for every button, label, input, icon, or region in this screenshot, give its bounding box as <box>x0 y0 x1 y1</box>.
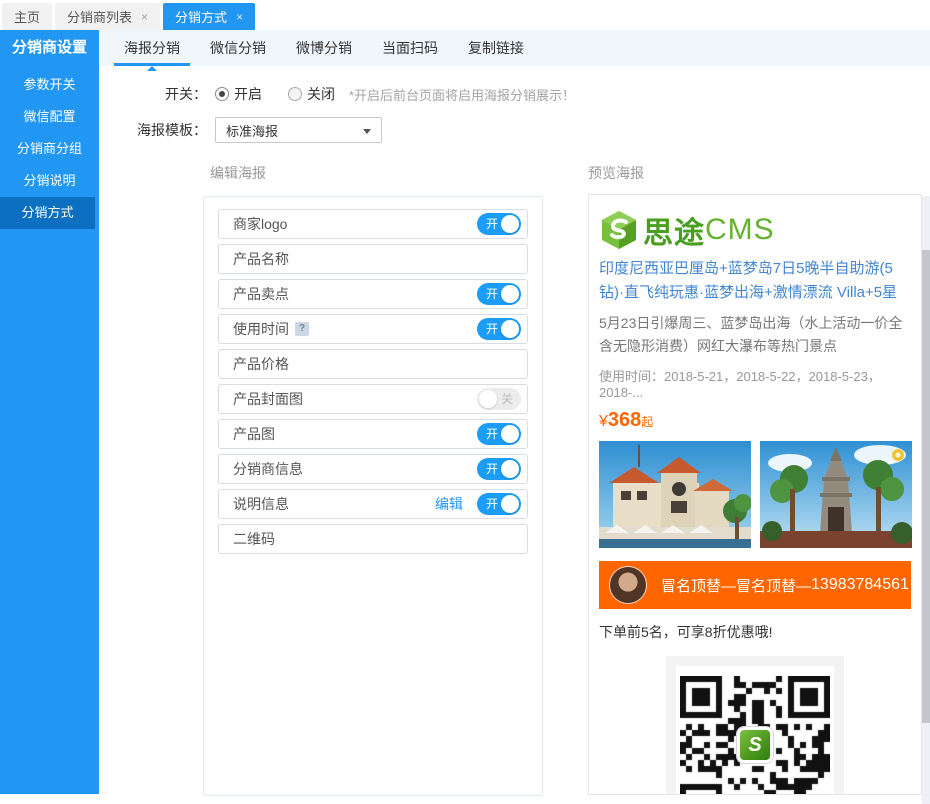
sidebar-item-distributor-groups[interactable]: 分销商分组 <box>0 133 99 165</box>
sidebar-item-parameter-switch[interactable]: 参数开关 <box>0 69 99 101</box>
toggle-distributor-info[interactable]: 开 <box>477 458 521 480</box>
edit-item-label: 产品封面图 <box>233 389 303 409</box>
window-tab-distributor-list[interactable]: 分销商列表 × <box>55 3 160 30</box>
product-title: 印度尼西亚巴厘岛+蓝梦岛7日5晚半自助游(5钻)·直飞纯玩惠·蓝梦出海+激情漂流… <box>599 257 911 305</box>
select-value: 标准海报 <box>226 121 278 140</box>
edit-item-label: 产品名称 <box>233 249 289 269</box>
window-tab-label: 分销方式 <box>175 7 227 26</box>
toggle-knob <box>479 390 497 408</box>
edit-item-description-info: 说明信息 编辑 开 <box>218 489 528 519</box>
chevron-down-icon <box>363 129 371 134</box>
sidebar-item-distribution-notes[interactable]: 分销说明 <box>0 165 99 197</box>
tab-weibo-distribution[interactable]: 微博分销 <box>290 30 358 66</box>
product-image-building <box>599 441 751 548</box>
distributor-avatar <box>609 566 647 604</box>
edit-item-label: 商家logo <box>233 214 287 234</box>
edit-item-label: 二维码 <box>233 529 275 549</box>
editor-section-title: 编辑海报 <box>210 163 266 183</box>
toggle-selling-point[interactable]: 开 <box>477 283 521 305</box>
preview-panel: 思途 CMS 印度尼西亚巴厘岛+蓝梦岛7日5晚半自助游(5钻)·直飞纯玩惠·蓝梦… <box>588 194 922 795</box>
edit-item-label: 使用时间 <box>233 319 289 339</box>
edit-item-qrcode: 二维码 <box>218 524 528 554</box>
close-icon[interactable]: × <box>236 11 243 23</box>
price-value: 368 <box>608 409 641 431</box>
tab-copy-link[interactable]: 复制链接 <box>462 30 530 66</box>
brand-name: 思途 <box>643 208 705 252</box>
sidebar-item-distribution-method[interactable]: 分销方式 <box>0 197 95 229</box>
situ-cms-logo-icon <box>599 210 639 250</box>
edit-item-cover-image: 产品封面图 关 <box>218 384 528 414</box>
radio-on-label[interactable]: 开启 <box>234 84 262 104</box>
edit-item-distributor-info: 分销商信息 开 <box>218 454 528 484</box>
edit-item-merchant-logo: 商家logo 开 <box>218 209 528 239</box>
radio-off-label[interactable]: 关闭 <box>307 84 335 104</box>
edit-item-product-image: 产品图 开 <box>218 419 528 449</box>
toggle-knob <box>501 425 519 443</box>
toggle-knob <box>501 285 519 303</box>
radio-on[interactable] <box>215 87 229 101</box>
close-icon[interactable]: × <box>141 11 148 23</box>
window-tab-label: 主页 <box>14 7 40 26</box>
toggle-product-image[interactable]: 开 <box>477 423 521 445</box>
tab-face-to-face-scan[interactable]: 当面扫码 <box>376 30 444 66</box>
price-currency: ¥ <box>599 413 608 430</box>
promo-note: 下单前5名，可享8折优惠哦! <box>599 622 911 642</box>
sidebar: 分销商设置 参数开关 微信配置 分销商分组 分销说明 分销方式 <box>0 30 99 794</box>
edit-item-label: 产品卖点 <box>233 284 289 304</box>
qr-background: S <box>676 666 834 795</box>
radio-off[interactable] <box>288 87 302 101</box>
window-tab-label: 分销商列表 <box>67 7 132 26</box>
product-price: ¥368起 <box>599 409 911 431</box>
edit-item-product-price: 产品价格 <box>218 349 528 379</box>
edit-item-product-name: 产品名称 <box>218 244 528 274</box>
tab-poster-distribution[interactable]: 海报分销 <box>118 30 186 66</box>
distributor-phone: 13983784561 <box>811 576 909 594</box>
toggle-knob <box>501 320 519 338</box>
help-icon[interactable]: ? <box>295 322 309 336</box>
distributor-bar: 冒名顶替—冒名顶替— 13983784561 <box>599 561 911 609</box>
brand-logo: 思途 CMS <box>599 209 911 251</box>
template-label: 海报模板： <box>99 120 207 140</box>
edit-item-label: 产品图 <box>233 424 275 444</box>
distributor-name: 冒名顶替—冒名顶替— <box>661 575 811 596</box>
scrollbar-thumb[interactable] <box>922 250 930 723</box>
template-row: 海报模板： 标准海报 <box>99 117 382 143</box>
toggle-knob <box>501 460 519 478</box>
toggle-cover-image[interactable]: 关 <box>477 388 521 410</box>
preview-section-title: 预览海报 <box>588 163 644 183</box>
brand-suffix: CMS <box>705 213 775 247</box>
sidebar-header: 分销商设置 <box>0 30 99 66</box>
window-tab-distribution-method[interactable]: 分销方式 × <box>163 3 255 30</box>
product-selling-point: 5月23日引爆周三、蓝梦岛出海（水上活动一价全含无隐形消费）网红大瀑布等热门景点 <box>599 312 911 358</box>
editor-panel: 商家logo 开 产品名称 产品卖点 开 使用时间 ? 开 产品价格 产品封面图… <box>203 196 543 796</box>
switch-label: 开关： <box>99 84 207 104</box>
qr-code: S <box>680 676 830 795</box>
toggle-description-info[interactable]: 开 <box>477 493 521 515</box>
poster-template-select[interactable]: 标准海报 <box>215 117 382 143</box>
tab-wechat-distribution[interactable]: 微信分销 <box>204 30 272 66</box>
window-tab-home[interactable]: 主页 <box>2 3 52 30</box>
product-images <box>599 441 911 548</box>
window-tabbar: 主页 分销商列表 × 分销方式 × <box>0 0 930 30</box>
nav-tabbar: 海报分销 微信分销 微博分销 当面扫码 复制链接 <box>99 30 930 66</box>
edit-item-selling-point: 产品卖点 开 <box>218 279 528 309</box>
toggle-knob <box>501 215 519 233</box>
edit-item-label: 分销商信息 <box>233 459 303 479</box>
qr-section: S <box>666 656 844 795</box>
toggle-knob <box>501 495 519 513</box>
toggle-merchant-logo[interactable]: 开 <box>477 213 521 235</box>
edit-item-use-time: 使用时间 ? 开 <box>218 314 528 344</box>
edit-description-link[interactable]: 编辑 <box>435 494 463 514</box>
edit-item-label: 产品价格 <box>233 354 289 374</box>
toggle-use-time[interactable]: 开 <box>477 318 521 340</box>
switch-note: *开启后前台页面将启用海报分销展示！ <box>349 85 575 104</box>
sidebar-item-wechat-config[interactable]: 微信配置 <box>0 101 99 133</box>
switch-row: 开关： 开启 关闭 *开启后前台页面将启用海报分销展示！ <box>99 84 575 104</box>
product-use-time: 使用时间：2018-5-21，2018-5-22，2018-5-23，2018-… <box>599 366 911 400</box>
price-suffix: 起 <box>641 415 653 429</box>
edit-item-label: 说明信息 <box>233 494 289 514</box>
product-image-temple <box>760 441 912 548</box>
qr-center-logo-icon: S <box>737 727 773 763</box>
